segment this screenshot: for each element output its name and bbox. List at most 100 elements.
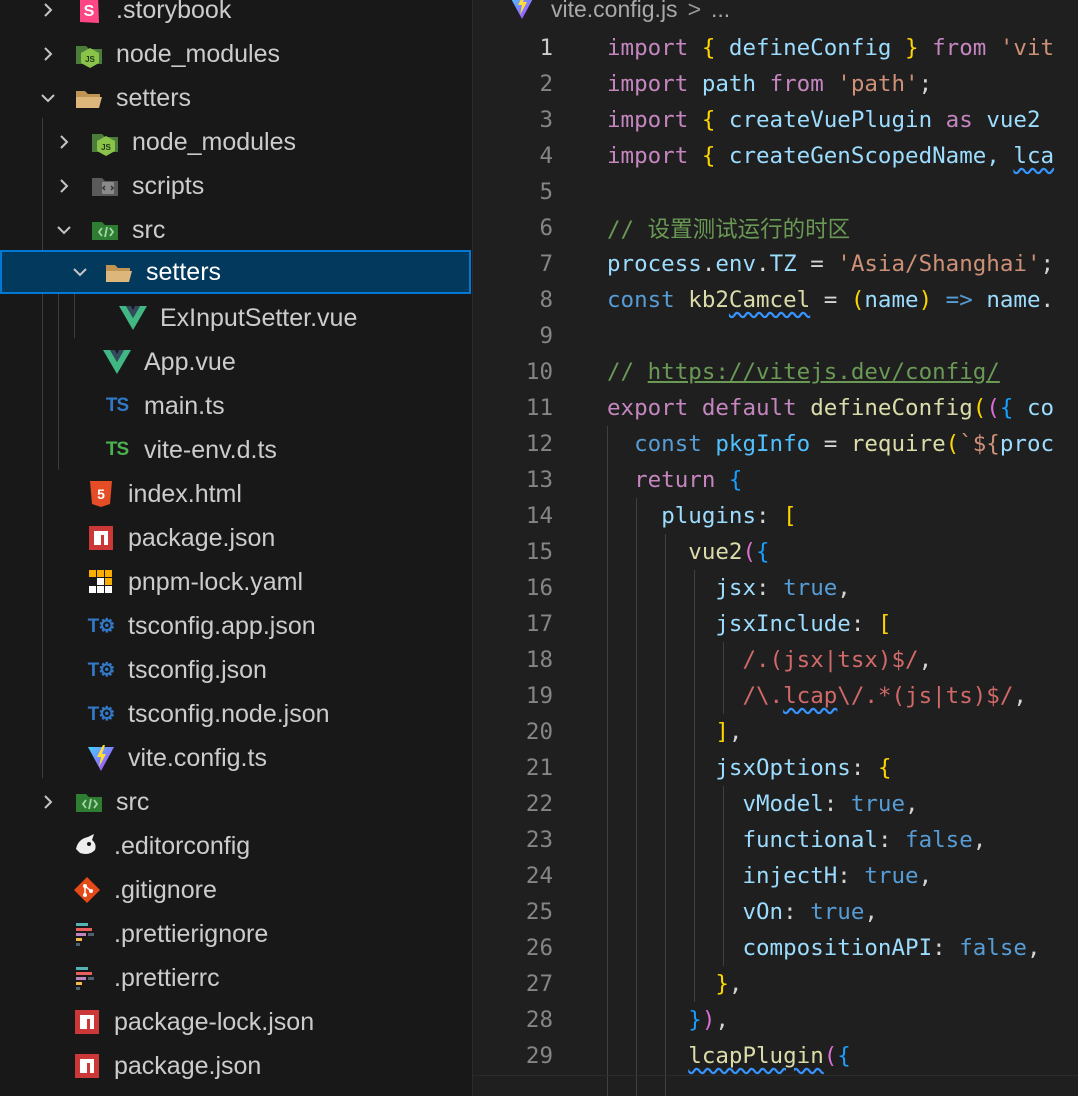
prettier-icon (72, 919, 102, 949)
tree-item-label: vite.config.ts (128, 743, 267, 772)
breadcrumb-file[interactable]: vite.config.js (551, 0, 678, 23)
code-line: 21 jsxOptions: { (473, 750, 1078, 786)
tree-item-setters-root[interactable]: setters (0, 76, 471, 120)
config-url-link[interactable]: https://vitejs.dev/config/ (648, 359, 1000, 385)
line-number: 22 (525, 791, 553, 817)
code-line: 3 import { createVuePlugin as vue2 (473, 102, 1078, 138)
line-number: 14 (525, 503, 553, 529)
chevron-right-icon (36, 42, 60, 66)
tree-item-package-json[interactable]: package.json (0, 1044, 471, 1088)
src-folder-icon (90, 215, 120, 245)
line-number: 26 (525, 935, 553, 961)
tree-item-label: node_modules (116, 39, 281, 68)
code-line: 19 /\.lcap\/.*(js|ts)$/, (473, 678, 1078, 714)
code-line: 12 const pkgInfo = require(`${proc (473, 426, 1078, 462)
tree-item-storybook[interactable]: S .storybook (0, 0, 471, 32)
tree-item-vite-config[interactable]: vite.config.ts (0, 736, 471, 780)
chevron-down-icon (68, 260, 92, 284)
editor-bottom-border (473, 1075, 1078, 1076)
line-number: 1 (539, 35, 553, 61)
line-number: 16 (525, 575, 553, 601)
code-editor[interactable]: vite.config.js > ... 1 import { defineCo… (473, 0, 1078, 1096)
tree-item-label: pnpm-lock.yaml (128, 567, 304, 596)
tree-item-label: package.json (114, 1051, 262, 1080)
tree-item-label: tsconfig.node.json (128, 699, 330, 728)
tree-item-app-vue[interactable]: App.vue (0, 340, 471, 384)
scripts-folder-icon (90, 171, 120, 201)
tree-item-label: App.vue (144, 347, 236, 376)
tree-item-prettierrc[interactable]: .prettierrc (0, 956, 471, 1000)
tree-item-vite-env[interactable]: TS vite-env.d.ts (0, 428, 471, 472)
line-number: 6 (539, 215, 553, 241)
prettier-icon (72, 963, 102, 993)
tree-item-tsconfig-app[interactable]: T⚙ tsconfig.app.json (0, 604, 471, 648)
code-line: 17 jsxInclude: [ (473, 606, 1078, 642)
svg-text:5: 5 (97, 486, 105, 502)
line-number: 18 (525, 647, 553, 673)
tree-item-label: vite-env.d.ts (144, 435, 277, 464)
code-line: 26 compositionAPI: false, (473, 930, 1078, 966)
node-folder-icon: JS (90, 127, 120, 157)
tree-item-prettierignore[interactable]: .prettierignore (0, 912, 471, 956)
tree-item-src[interactable]: src (0, 208, 471, 252)
line-number: 4 (539, 143, 553, 169)
tree-item-label: .prettierrc (114, 963, 220, 992)
code-line: 8 const kb2Camcel = (name) => name. (473, 282, 1078, 318)
tsconfig-icon: T⚙ (87, 615, 116, 637)
line-number: 27 (525, 971, 553, 997)
code-line: 15 vue2({ (473, 534, 1078, 570)
tree-item-gitignore[interactable]: .gitignore (0, 868, 471, 912)
tree-item-package-json-inner[interactable]: package.json (0, 516, 471, 560)
chevron-right-icon (36, 790, 60, 814)
editorconfig-icon (72, 831, 102, 861)
tree-item-tsconfig-node[interactable]: T⚙ tsconfig.node.json (0, 692, 471, 736)
code-line: 13 return { (473, 462, 1078, 498)
tree-item-scripts[interactable]: scripts (0, 164, 471, 208)
storybook-icon: S (74, 0, 104, 25)
tree-item-package-lock[interactable]: package-lock.json (0, 1000, 471, 1044)
tree-item-tsconfig[interactable]: T⚙ tsconfig.json (0, 648, 471, 692)
tree-item-src-root[interactable]: src (0, 780, 471, 824)
code-line: 9 (473, 318, 1078, 354)
tsconfig-icon: T⚙ (87, 659, 116, 681)
line-number: 25 (525, 899, 553, 925)
tree-item-label: node_modules (132, 127, 297, 156)
tree-item-label: setters (146, 257, 222, 286)
code-line: 6 // 设置测试运行的时区 (473, 210, 1078, 246)
tree-item-index-html[interactable]: 5 index.html (0, 472, 471, 516)
chevron-right-icon (36, 0, 60, 22)
svg-text:S: S (84, 3, 95, 20)
ts-def-icon: TS (105, 439, 129, 460)
code-line: 11 export default defineConfig(({ co (473, 390, 1078, 426)
tree-item-setters-selected[interactable]: setters (0, 250, 471, 294)
tree-item-setters-node-modules[interactable]: JS node_modules (0, 120, 471, 164)
code-line: 29 lcapPlugin({ (473, 1038, 1078, 1074)
code-line: 18 /.(jsx|tsx)$/, (473, 642, 1078, 678)
breadcrumb-separator: > (687, 0, 701, 22)
breadcrumb-more[interactable]: ... (711, 0, 730, 23)
code-line: 7 process.env.TZ = 'Asia/Shanghai'; (473, 246, 1078, 282)
npm-icon (72, 1051, 102, 1081)
vite-icon (507, 0, 537, 24)
svg-text:JS: JS (101, 143, 111, 152)
line-number: 11 (525, 395, 553, 421)
tree-item-label: src (116, 787, 150, 816)
tsconfig-icon: T⚙ (87, 703, 116, 725)
tree-item-editorconfig[interactable]: .editorconfig (0, 824, 471, 868)
tree-item-pnpm-lock[interactable]: pnpm-lock.yaml (0, 560, 471, 604)
tree-item-main-ts[interactable]: TS main.ts (0, 384, 471, 428)
tree-item-label: package-lock.json (114, 1007, 315, 1036)
code-line: 22 vModel: true, (473, 786, 1078, 822)
vite-icon (86, 743, 116, 773)
line-number: 13 (525, 467, 553, 493)
line-number: 17 (525, 611, 553, 637)
git-icon (72, 875, 102, 905)
line-number: 20 (525, 719, 553, 745)
line-number: 23 (525, 827, 553, 853)
code-line: 2 import path from 'path'; (473, 66, 1078, 102)
line-number: 5 (539, 179, 553, 205)
code-line: 24 injectH: true, (473, 858, 1078, 894)
tree-item-exinputsetter[interactable]: ExInputSetter.vue (0, 296, 471, 340)
tree-item-node-modules[interactable]: JS node_modules (0, 32, 471, 76)
line-number: 7 (539, 251, 553, 277)
